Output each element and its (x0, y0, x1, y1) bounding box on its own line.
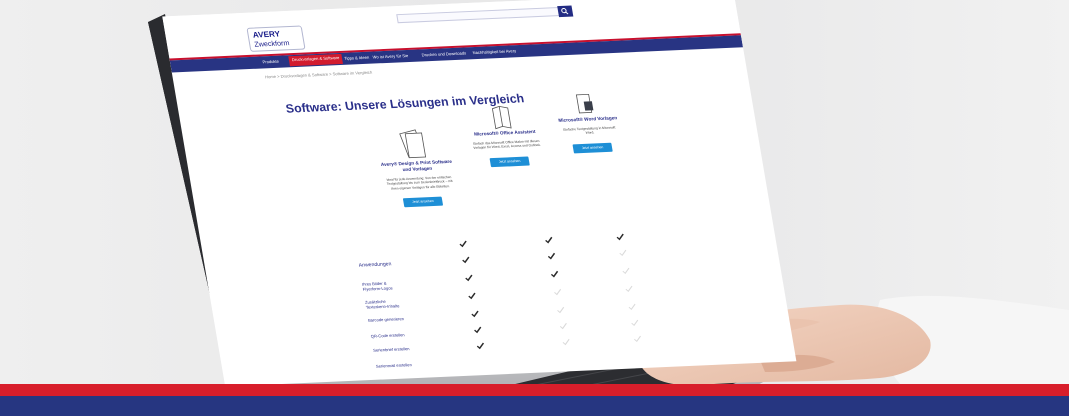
photo-scene: AVERY Zweckform Produkte Druckvorlagen &… (0, 0, 1069, 416)
checkmark-icon (619, 249, 627, 257)
checkmark-icon (562, 338, 570, 346)
website-view: AVERY Zweckform Produkte Druckvorlagen &… (162, 0, 797, 387)
checkmark-icon (462, 256, 470, 264)
checkmark-icon (559, 322, 567, 330)
brand-red-band (0, 384, 1069, 396)
laptop-screen: AVERY Zweckform Produkte Druckvorlagen &… (148, 0, 826, 395)
checkmark-icon (616, 233, 624, 241)
checkmark-icon (622, 267, 630, 275)
checkmark-icon (476, 342, 485, 350)
checkmark-icon (628, 303, 636, 311)
brand-blue-band (0, 396, 1069, 416)
checkmark-icon (557, 306, 565, 314)
checkmark-icon (468, 292, 476, 300)
checkmark-icon (554, 288, 562, 296)
checkmark-icon (471, 310, 479, 318)
brand-footer-bands (0, 384, 1069, 416)
checkmark-icon (474, 326, 482, 334)
checkmark-icon (547, 252, 556, 260)
checkmark-icon (625, 285, 633, 293)
checkmark-icon (545, 236, 553, 244)
checkmark-icon (631, 319, 639, 327)
checkmark-icon (550, 270, 559, 278)
checkmark-icon (634, 335, 641, 343)
checkmark-icon (465, 274, 473, 282)
comparison-checkmarks (459, 233, 641, 350)
checkmark-icon (459, 240, 467, 248)
